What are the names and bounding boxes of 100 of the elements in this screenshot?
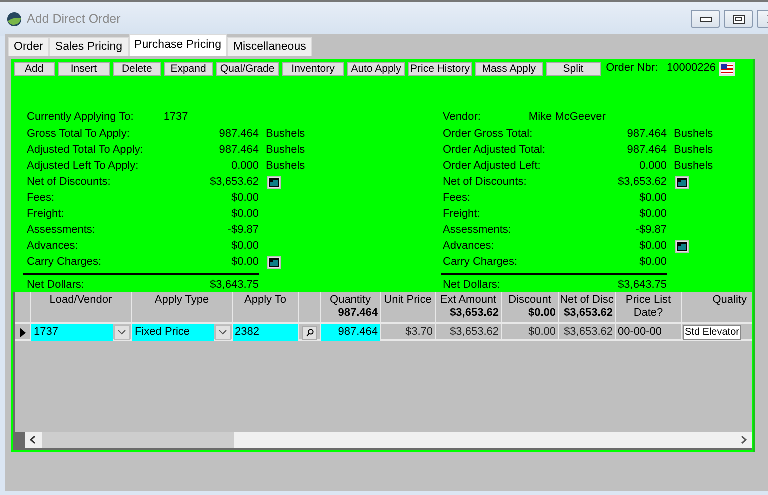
table-cell-text: $3.70 xyxy=(404,325,434,340)
field-value: 987.464 xyxy=(626,142,667,158)
detail-button[interactable] xyxy=(267,256,281,268)
field-label: Net of Discounts: xyxy=(443,174,528,190)
toolbar-button[interactable]: Add xyxy=(14,62,55,76)
field-label: Order Adjusted Left: xyxy=(443,158,542,174)
dropdown-button[interactable] xyxy=(215,325,231,340)
field-label: Order Gross Total: xyxy=(443,126,534,142)
field-value: $0.00 xyxy=(638,254,667,270)
field-label: Carry Charges: xyxy=(443,254,519,270)
column-total: $3,653.62 xyxy=(563,307,614,320)
total-value: $3,643.75 xyxy=(617,278,667,293)
field-value: 0.000 xyxy=(230,158,259,174)
unit-label: Bushels xyxy=(265,158,306,174)
field-label: Gross Total To Apply: xyxy=(27,126,131,142)
minimize-button[interactable] xyxy=(691,10,720,28)
table-cell-text: $0.00 xyxy=(527,325,557,340)
total-label: Net Dollars: xyxy=(443,278,502,293)
field-label: Order Adjusted Total: xyxy=(443,142,547,158)
column-total: 987.464 xyxy=(337,307,379,320)
dropdown-button[interactable] xyxy=(114,325,130,340)
window-icon xyxy=(677,178,687,186)
column-header: Unit Price xyxy=(383,294,433,307)
toolbar-button[interactable]: Expand xyxy=(164,62,213,76)
logo-icon xyxy=(7,12,22,26)
column-header: Apply Type xyxy=(154,294,210,307)
minimize-icon xyxy=(700,16,712,22)
toolbar-button[interactable]: Insert xyxy=(58,62,110,76)
field-value: 987.464 xyxy=(218,126,259,142)
toolbar-button[interactable]: Inventory xyxy=(282,62,344,76)
maximize-icon xyxy=(732,14,744,24)
lookup-button[interactable] xyxy=(302,326,317,340)
table-cell: 987.464 xyxy=(321,324,380,341)
table-cell: 2382 xyxy=(233,324,298,341)
table-cell[interactable]: Fixed Price xyxy=(132,324,214,341)
field-value: $3,653.62 xyxy=(209,174,259,190)
window-icon xyxy=(269,258,279,266)
tab[interactable]: Sales Pricing xyxy=(49,37,129,56)
quality-field[interactable]: Std Elevator xyxy=(683,325,742,340)
window-title: Add Direct Order xyxy=(27,10,121,28)
flag-icon[interactable] xyxy=(719,62,735,76)
toolbar-button[interactable]: Qual/Grade xyxy=(216,62,280,76)
search-icon xyxy=(306,328,314,336)
field-label: Freight: xyxy=(27,206,66,222)
field-label: Currently Applying To: xyxy=(27,110,134,126)
field-label: Net of Discounts: xyxy=(27,174,112,190)
table-cell[interactable]: 1737 xyxy=(31,324,113,341)
toolbar-button[interactable]: Split xyxy=(546,62,602,76)
detail-button[interactable] xyxy=(675,176,689,188)
column-header: Ext Amount xyxy=(439,294,498,307)
field-label: Carry Charges: xyxy=(27,254,103,270)
table-cell-text: $3,653.62 xyxy=(563,325,614,340)
field-label: Advances: xyxy=(443,238,496,254)
total-label: Net Dollars: xyxy=(27,278,86,293)
field-value: -$9.87 xyxy=(634,222,667,238)
field-value: $3,653.62 xyxy=(617,174,667,190)
unit-label: Bushels xyxy=(265,142,306,158)
column-total: $0.00 xyxy=(527,307,557,320)
scroll-thumb[interactable] xyxy=(42,432,234,448)
chevron-left-icon xyxy=(30,436,36,444)
unit-label: Bushels xyxy=(673,126,714,142)
toolbar-button[interactable]: Mass Apply xyxy=(475,62,543,76)
total-value: $3,643.75 xyxy=(209,278,259,293)
field-value: $0.00 xyxy=(638,238,667,254)
field-label: Fees: xyxy=(443,190,472,206)
column-header: Discount xyxy=(508,294,552,307)
field-value: $0.00 xyxy=(230,238,259,254)
field-value: 987.464 xyxy=(626,126,667,142)
field-label: Assessments: xyxy=(27,222,96,238)
column-header: Apply To xyxy=(244,294,288,307)
column-header: Price List Date? xyxy=(624,294,672,320)
maximize-button[interactable] xyxy=(724,10,753,28)
field-label: Vendor: xyxy=(443,110,481,126)
field-label: Adjusted Left To Apply: xyxy=(27,158,140,174)
tab[interactable]: Miscellaneous xyxy=(227,37,312,56)
field-value: 0.000 xyxy=(638,158,667,174)
table-cell-text: 00-00-00 xyxy=(617,325,664,340)
field-value: -$9.87 xyxy=(226,222,259,238)
field-label: Assessments: xyxy=(443,222,512,238)
column-header: Quantity xyxy=(329,294,372,307)
detail-button[interactable] xyxy=(267,176,281,188)
field-value: $0.00 xyxy=(230,190,259,206)
toolbar-button[interactable]: Delete xyxy=(113,62,162,76)
window-icon xyxy=(269,178,279,186)
column-header: Net of Disc xyxy=(559,294,615,307)
field-label: Fees: xyxy=(27,190,56,206)
table-cell-text: $3,653.62 xyxy=(449,325,500,340)
chevron-down-icon xyxy=(118,330,126,335)
unit-label: Bushels xyxy=(673,142,714,158)
detail-button[interactable] xyxy=(675,240,689,252)
tab[interactable]: Purchase Pricing xyxy=(128,34,228,56)
chevron-down-icon xyxy=(219,330,227,335)
order-number-label: Order Nbr: xyxy=(606,61,658,76)
unit-label: Bushels xyxy=(265,126,306,142)
field-label: Adjusted Total To Apply: xyxy=(27,142,144,158)
tab[interactable]: Order xyxy=(8,37,50,56)
field-value: $0.00 xyxy=(230,254,259,270)
toolbar-button[interactable]: Price History xyxy=(408,62,472,76)
field-value: Mike McGeever xyxy=(528,110,606,126)
toolbar-button[interactable]: Auto Apply xyxy=(347,62,406,76)
